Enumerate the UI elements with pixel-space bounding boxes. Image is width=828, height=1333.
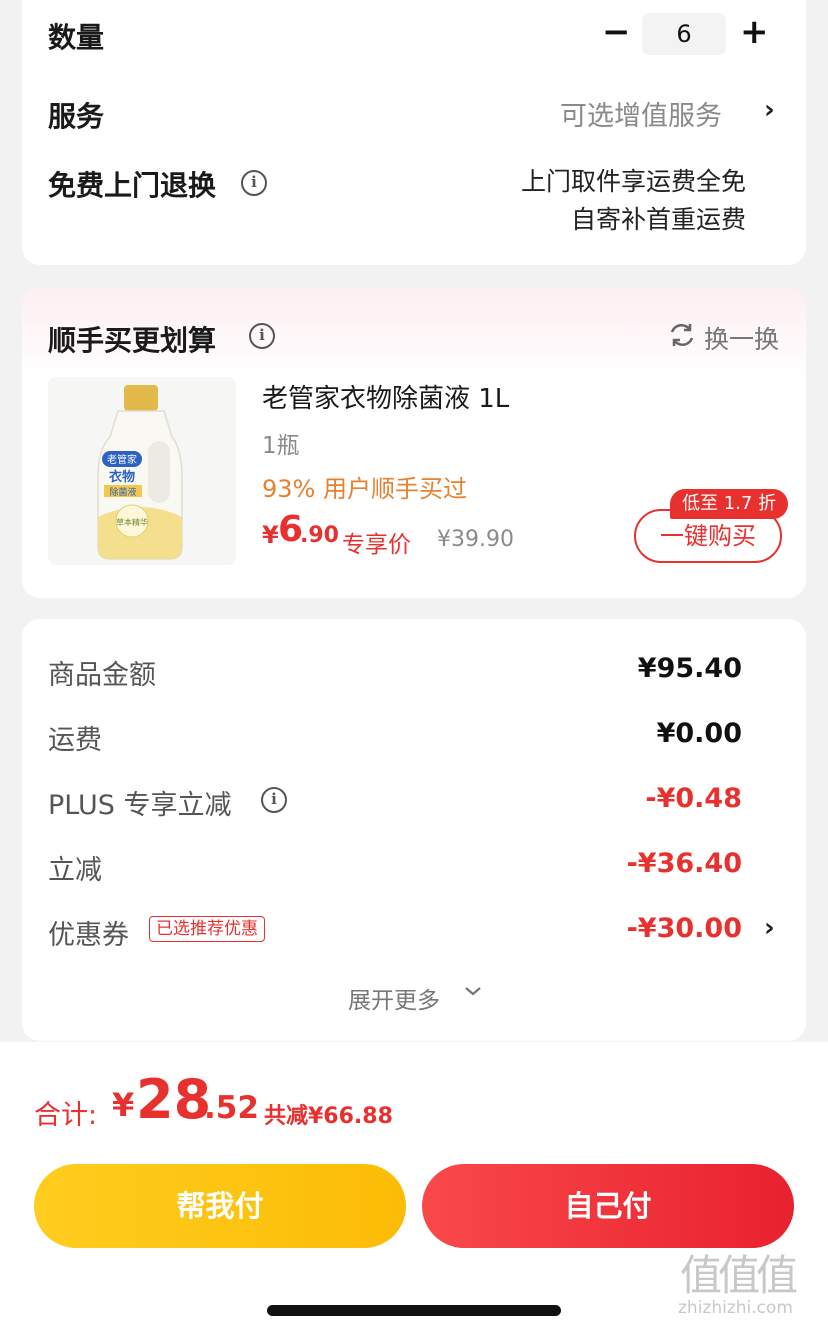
total-currency: ¥ [112, 1086, 135, 1124]
product-spec: 1瓶 [262, 433, 300, 459]
checkout-bar: 合计: ¥ 28 .52 共减¥66.88 帮我付 自己付 值值值 zhizhi… [0, 1042, 828, 1333]
free-return-label: 免费上门退换 [48, 169, 217, 202]
summary-value-coupon[interactable]: -¥30.00 [542, 913, 742, 944]
chevron-down-icon[interactable] [462, 983, 484, 999]
summary-value-goods: ¥95.40 [637, 653, 742, 684]
expand-more-button[interactable]: 展开更多 [348, 981, 440, 1015]
product-price-tag: 专享价 [342, 532, 411, 558]
product-price-dec: .90 [300, 523, 339, 548]
help-me-pay-button[interactable]: 帮我付 [34, 1164, 406, 1248]
free-return-line2: 自寄补首重运费 [570, 205, 746, 234]
service-value[interactable]: 可选增值服务 [560, 94, 722, 133]
quantity-input[interactable]: 6 [642, 13, 726, 55]
quantity-label: 数量 [48, 21, 105, 54]
addon-recommend-card: 顺手买更划算 i 换一换 老管家 衣物 除菌液 草本精华 老管家衣物除菌液 1L… [22, 287, 806, 598]
total-saved: 共减¥66.88 [264, 1104, 393, 1129]
summary-value-instant: -¥36.40 [626, 848, 742, 879]
discount-badge: 低至 1.7 折 [670, 489, 789, 519]
product-image[interactable]: 老管家 衣物 除菌液 草本精华 [48, 377, 236, 565]
quantity-increase-button[interactable]: + [740, 15, 769, 49]
product-social-proof: 93% 用户顺手买过 [262, 475, 467, 503]
summary-label-shipping: 运费 [48, 725, 102, 756]
product-original-price: ¥39.90 [437, 527, 514, 552]
product-name[interactable]: 老管家衣物除菌液 1L [262, 378, 509, 415]
summary-value-shipping: ¥0.00 [656, 718, 742, 749]
chevron-right-icon[interactable]: › [764, 913, 775, 943]
watermark-url: zhizhizhi.com [678, 1298, 793, 1318]
refresh-button[interactable]: 换一换 [704, 320, 779, 356]
price-summary-card: 商品金额 ¥95.40 运费 ¥0.00 PLUS 专享立减 i -¥0.48 … [22, 619, 806, 1041]
summary-value-plus: -¥0.48 [645, 783, 742, 814]
info-icon[interactable]: i [249, 323, 275, 349]
chevron-right-icon[interactable]: › [764, 95, 775, 125]
service-label: 服务 [48, 100, 105, 133]
product-price-currency: ¥ [262, 521, 279, 549]
product-image-herb: 草本精华 [116, 517, 148, 527]
summary-label-coupon: 优惠券 [48, 920, 129, 951]
refresh-icon[interactable] [668, 321, 696, 349]
total-dec: .52 [204, 1090, 259, 1126]
quantity-decrease-button[interactable]: − [602, 15, 631, 49]
total-int: 28 [136, 1068, 212, 1131]
summary-label-goods: 商品金额 [48, 660, 156, 691]
free-return-line1: 上门取件享运费全免 [520, 167, 746, 196]
pay-myself-button[interactable]: 自己付 [422, 1164, 794, 1248]
addon-title: 顺手买更划算 [48, 324, 217, 357]
info-icon[interactable]: i [261, 787, 287, 813]
order-options-card: 数量 − 6 + 服务 可选增值服务 › 免费上门退换 i 上门取件享运费全免 … [22, 0, 806, 265]
total-label: 合计: [34, 1100, 98, 1131]
summary-label-instant: 立减 [48, 855, 102, 886]
summary-label-plus: PLUS 专享立减 [48, 790, 232, 821]
watermark-logo: 值值值 [680, 1251, 798, 1300]
product-image-brand: 老管家 [107, 453, 137, 466]
home-indicator [267, 1305, 561, 1316]
product-image-sub: 除菌液 [109, 486, 136, 498]
coupon-selected-tag: 已选推荐优惠 [149, 916, 265, 942]
info-icon[interactable]: i [241, 170, 267, 196]
product-image-type: 衣物 [109, 469, 135, 485]
